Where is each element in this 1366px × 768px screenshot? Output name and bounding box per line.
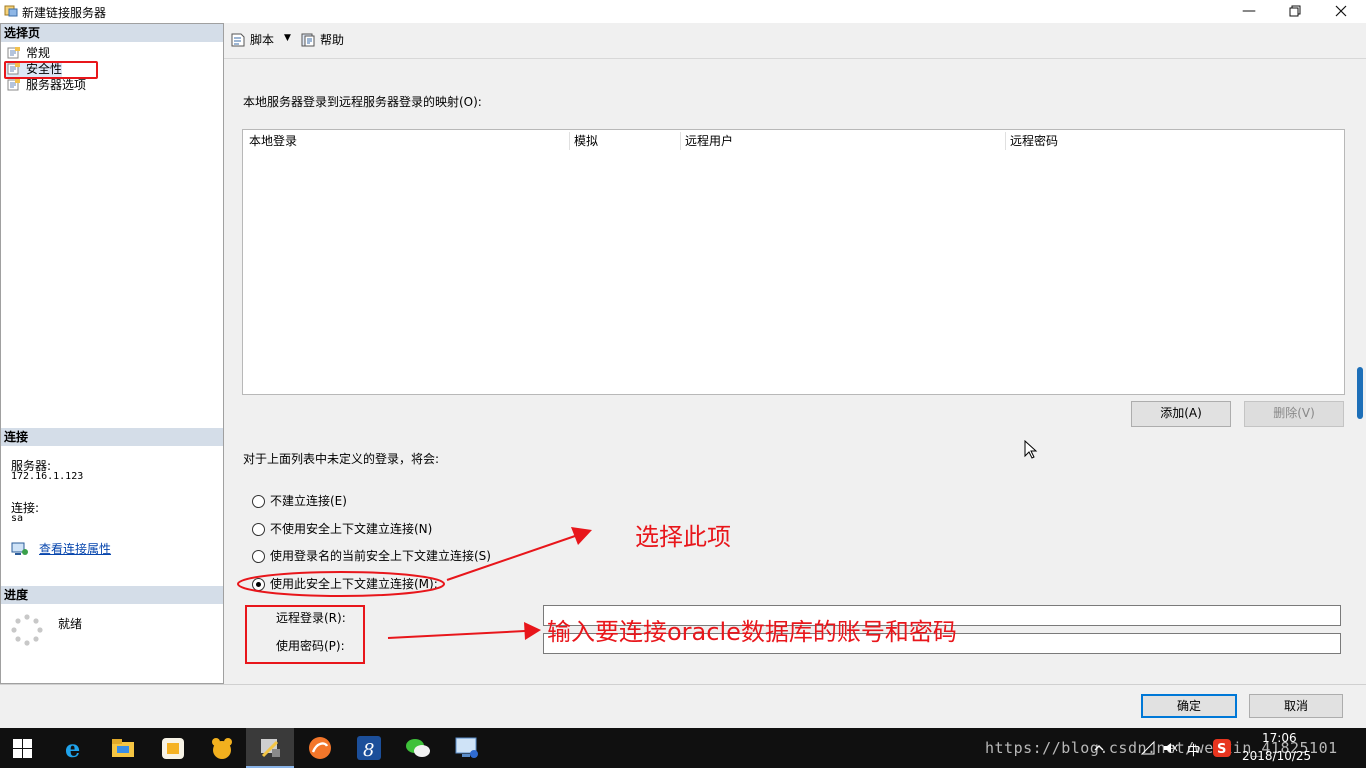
- vertical-scrollbar[interactable]: [1354, 59, 1366, 684]
- package-app-icon[interactable]: [158, 734, 188, 762]
- login-mapping-label: 本地服务器登录到远程服务器登录的映射(O):: [243, 95, 482, 109]
- restore-icon: [1289, 5, 1301, 17]
- annotation-select-this: 选择此项: [635, 523, 731, 551]
- sogou-input-icon[interactable]: S: [1212, 738, 1232, 758]
- add-button[interactable]: 添加(A): [1131, 401, 1231, 427]
- progress-status: 就绪: [58, 617, 83, 631]
- clock-date[interactable]: 2018/10/25: [1242, 749, 1311, 763]
- select-page-header: 选择页: [1, 24, 223, 42]
- toolbar: 脚本 ▼ 帮助: [224, 23, 1366, 59]
- clock-time[interactable]: 17:06: [1262, 731, 1297, 745]
- column-divider: [569, 132, 570, 150]
- radio-current-security-context[interactable]: 使用登录名的当前安全上下文建立连接(S): [252, 549, 491, 565]
- browser-app-icon[interactable]: [305, 734, 335, 762]
- script-label: 脚本: [250, 33, 275, 47]
- page-icon: [7, 47, 20, 59]
- svg-text:e: e: [65, 734, 80, 762]
- windows-start-icon[interactable]: [13, 739, 33, 759]
- sql-server-management-studio-icon: [261, 739, 280, 758]
- internet-explorer-icon[interactable]: e: [60, 734, 90, 763]
- column-header-local-login[interactable]: 本地登录: [249, 133, 297, 149]
- radio-label: 使用此安全上下文建立连接(M):: [270, 577, 438, 591]
- column-header-impersonate[interactable]: 模拟: [574, 133, 598, 149]
- file-explorer-icon[interactable]: [108, 734, 138, 762]
- mouse-cursor-icon: [1024, 440, 1038, 459]
- taskbar: e 8 https://blog.csdn.net/weixin_4182510…: [0, 728, 1366, 768]
- annotation-enter-account: 输入要连接oracle数据库的账号和密码: [547, 618, 957, 646]
- login-mapping-grid[interactable]: 本地登录 模拟 远程用户 远程密码: [242, 129, 1345, 395]
- view-connection-properties-link[interactable]: 查看连接属性: [39, 540, 111, 557]
- linked-server-app-icon: [4, 5, 18, 17]
- column-header-remote-user[interactable]: 远程用户: [685, 133, 733, 149]
- chevron-up-icon[interactable]: [1093, 742, 1105, 754]
- ok-button[interactable]: 确定: [1141, 694, 1237, 718]
- help-button[interactable]: 帮助: [300, 31, 344, 49]
- window-title-bar: 新建链接服务器 —: [0, 0, 1366, 23]
- column-divider: [680, 132, 681, 150]
- volume-icon[interactable]: [1162, 740, 1178, 756]
- annotation-box-security: [4, 61, 98, 79]
- network-icon[interactable]: [1140, 740, 1156, 756]
- radio-circle: [252, 578, 265, 591]
- radio-circle: [252, 523, 265, 536]
- window-title: 新建链接服务器: [22, 6, 107, 20]
- svg-text:S: S: [1217, 742, 1226, 757]
- help-label: 帮助: [320, 33, 345, 47]
- nav-item-general[interactable]: 常规: [5, 45, 50, 61]
- delete-button[interactable]: 删除(V): [1244, 401, 1344, 427]
- undefined-logins-label: 对于上面列表中未定义的登录，将会:: [243, 452, 440, 466]
- remote-desktop-icon[interactable]: [452, 734, 482, 762]
- restore-button[interactable]: [1272, 0, 1318, 23]
- column-divider: [1005, 132, 1006, 150]
- radio-this-security-context[interactable]: 使用此安全上下文建立连接(M):: [252, 577, 438, 593]
- radio-label: 不建立连接(E): [270, 494, 347, 508]
- close-button[interactable]: [1318, 0, 1364, 23]
- navicat-icon[interactable]: 8: [354, 734, 384, 762]
- script-dropdown-chevron-icon[interactable]: ▼: [284, 33, 291, 43]
- progress-spinner-icon: [11, 614, 43, 646]
- scrollbar-thumb[interactable]: [1357, 367, 1363, 419]
- minimize-button[interactable]: —: [1226, 0, 1272, 23]
- script-icon: [231, 33, 245, 47]
- svg-text:8: 8: [363, 740, 374, 761]
- progress-header: 进度: [1, 586, 223, 604]
- nav-item-label: 常规: [26, 46, 51, 60]
- connection-properties-icon: [11, 542, 28, 555]
- nav-item-label: 服务器选项: [26, 78, 87, 92]
- ime-indicator[interactable]: 中: [1187, 740, 1200, 759]
- connection-value: sa: [11, 513, 24, 524]
- connection-header: 连接: [1, 428, 223, 446]
- column-header-remote-password[interactable]: 远程密码: [1010, 133, 1058, 149]
- left-pane: 选择页 常规 安全性 服务器选项 连接 服务器: 172.16.1.123 连接…: [0, 23, 224, 684]
- dialog-footer: 确定 取消: [0, 684, 1366, 728]
- radio-label: 使用登录名的当前安全上下文建立连接(S): [270, 549, 491, 563]
- baidu-netdisk-icon[interactable]: [207, 734, 237, 762]
- wechat-icon[interactable]: [403, 734, 433, 762]
- server-value: 172.16.1.123: [11, 471, 84, 482]
- page-icon: [7, 79, 20, 91]
- radio-circle: [252, 495, 265, 508]
- nav-item-server-options[interactable]: 服务器选项: [5, 77, 86, 93]
- taskbar-active-app[interactable]: [246, 728, 294, 768]
- script-button[interactable]: 脚本: [230, 31, 274, 49]
- radio-label: 不使用安全上下文建立连接(N): [270, 522, 433, 536]
- annotation-box-credentials: [245, 605, 365, 664]
- cancel-button[interactable]: 取消: [1249, 694, 1343, 718]
- radio-selected-dot: [256, 582, 261, 587]
- radio-circle: [252, 550, 265, 563]
- radio-no-security-context[interactable]: 不使用安全上下文建立连接(N): [252, 522, 432, 538]
- help-icon: [301, 33, 315, 47]
- close-icon: [1335, 5, 1347, 17]
- radio-no-connection[interactable]: 不建立连接(E): [252, 494, 347, 510]
